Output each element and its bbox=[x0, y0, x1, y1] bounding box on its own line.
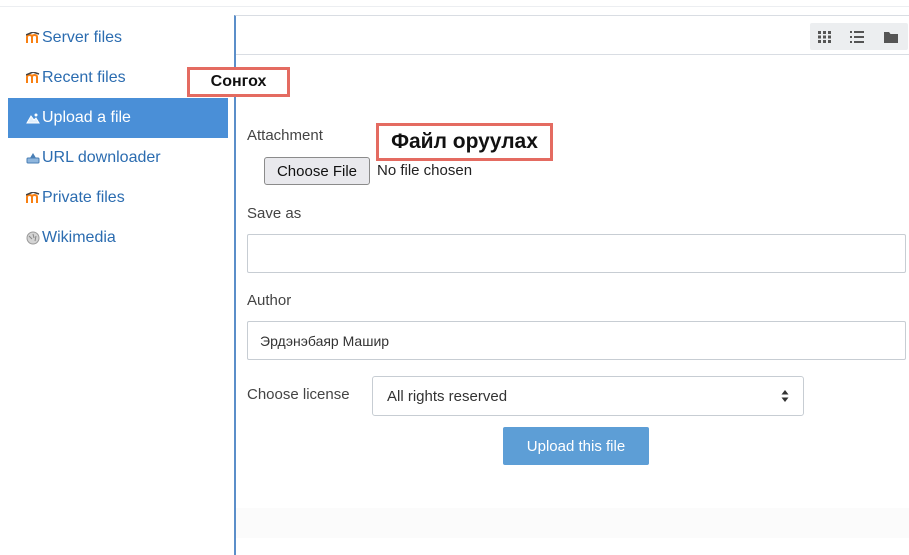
sidebar-item-private-files[interactable]: Private files bbox=[8, 178, 228, 218]
url-downloader-icon bbox=[26, 151, 40, 165]
grid-view-icon[interactable] bbox=[810, 23, 840, 50]
list-view-icon[interactable] bbox=[840, 23, 874, 50]
license-label: Choose license bbox=[247, 386, 350, 403]
sidebar-item-label: Recent files bbox=[42, 69, 126, 86]
sidebar-item-url-downloader[interactable]: URL downloader bbox=[8, 138, 228, 178]
file-picker-toolbar bbox=[236, 16, 909, 55]
moodle-icon bbox=[26, 191, 40, 205]
no-file-status: No file chosen bbox=[377, 162, 473, 179]
sidebar-item-label: Upload a file bbox=[42, 109, 131, 126]
wikimedia-icon bbox=[26, 231, 40, 245]
attachment-label: Attachment bbox=[247, 127, 323, 144]
top-divider bbox=[0, 0, 909, 7]
save-as-input[interactable] bbox=[247, 234, 906, 273]
author-label: Author bbox=[247, 292, 292, 309]
sidebar-item-label: Server files bbox=[42, 29, 123, 46]
upload-icon bbox=[26, 111, 40, 125]
author-input[interactable]: Эрдэнэбаяр Машир bbox=[247, 321, 906, 360]
save-as-label: Save as bbox=[247, 205, 302, 222]
license-selected-value: All rights reserved bbox=[387, 387, 508, 405]
sidebar-item-server-files[interactable]: Server files bbox=[8, 18, 228, 58]
sidebar-item-upload-a-file[interactable]: Upload a file bbox=[8, 98, 228, 138]
license-select[interactable]: All rights reserved bbox=[372, 376, 804, 416]
upload-panel bbox=[234, 15, 909, 555]
folder-view-icon[interactable] bbox=[874, 23, 908, 50]
moodle-icon bbox=[26, 71, 40, 85]
select-annotation: Сонгох bbox=[187, 67, 290, 97]
view-mode-buttons bbox=[810, 23, 908, 50]
sidebar-item-label: Wikimedia bbox=[42, 229, 116, 246]
upload-file-annotation: Файл оруулах bbox=[376, 123, 553, 161]
select-arrows-icon bbox=[781, 389, 789, 407]
moodle-icon bbox=[26, 31, 40, 45]
sidebar-item-wikimedia[interactable]: Wikimedia bbox=[8, 218, 228, 258]
sidebar-item-label: Private files bbox=[42, 189, 125, 206]
panel-footer-area bbox=[236, 508, 909, 538]
choose-file-button[interactable]: Choose File bbox=[264, 157, 370, 185]
upload-this-file-button[interactable]: Upload this file bbox=[503, 427, 649, 465]
sidebar-item-label: URL downloader bbox=[42, 149, 161, 166]
